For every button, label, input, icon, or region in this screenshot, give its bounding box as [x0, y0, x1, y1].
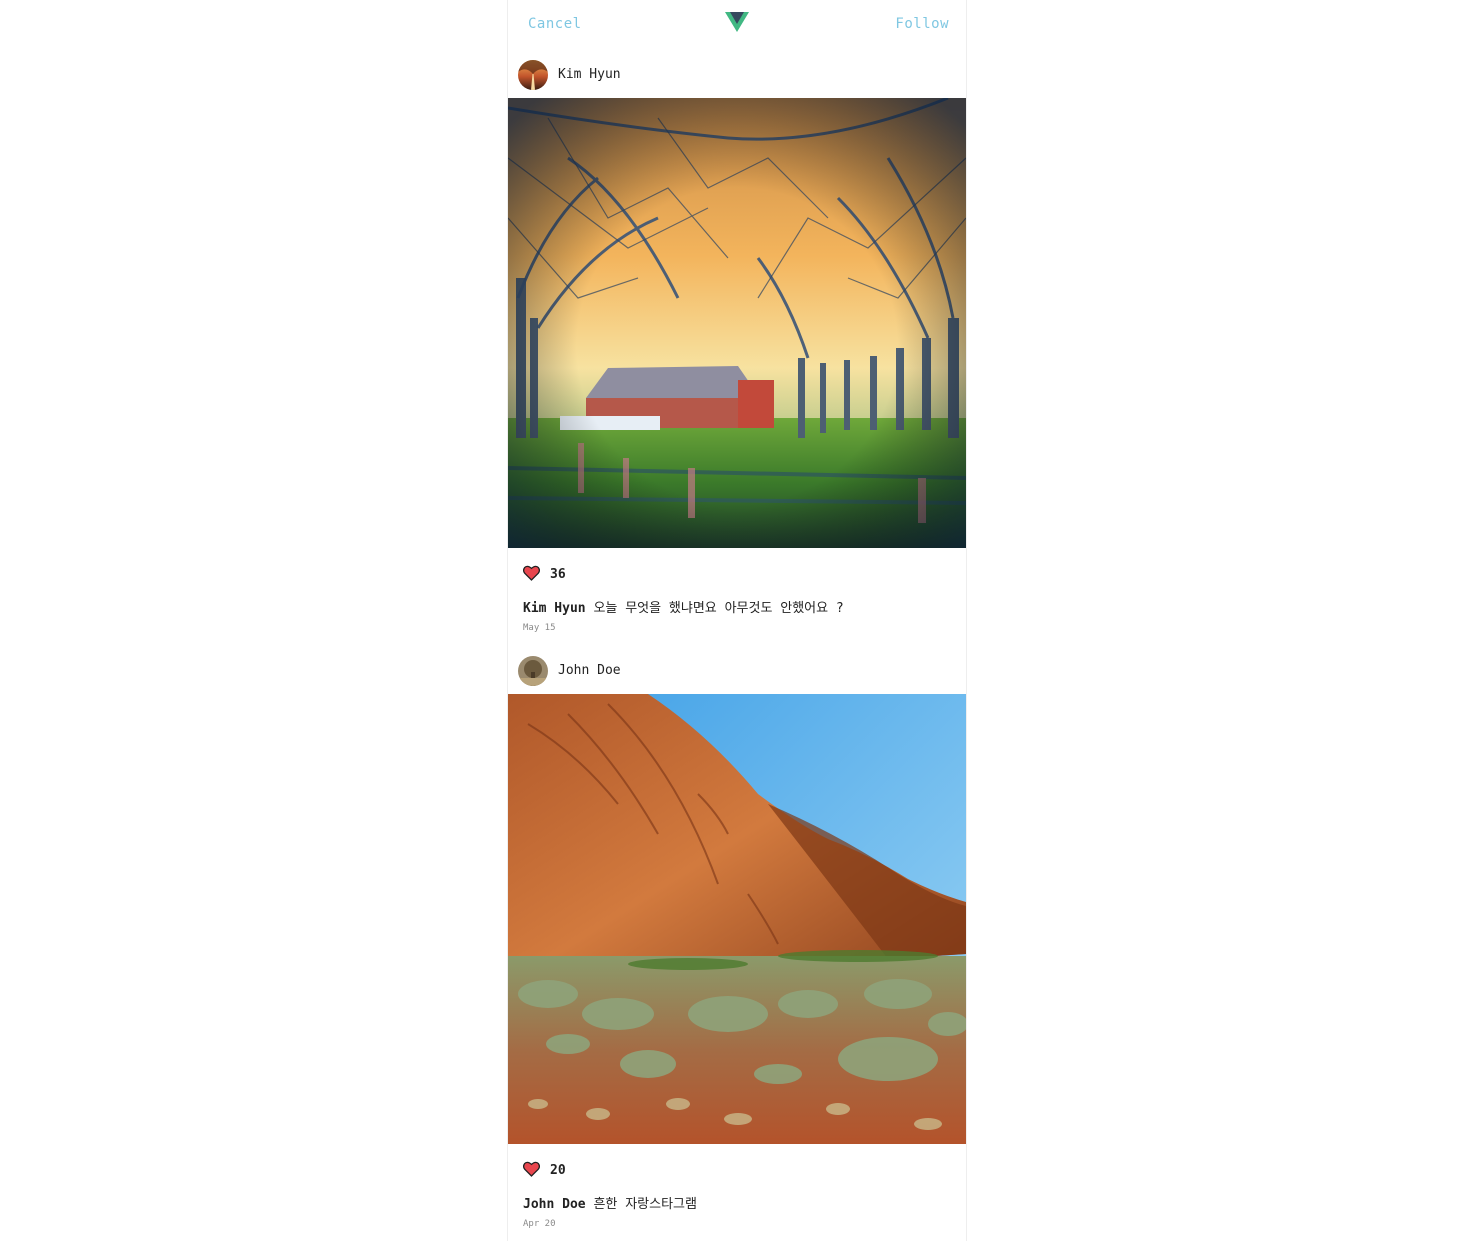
post-caption: Kim Hyun 오늘 무엇을 했냐면요 아무것도 안했어요 ?: [523, 597, 844, 616]
post-date: Apr 20: [523, 1219, 556, 1229]
heart-icon[interactable]: [523, 565, 540, 581]
post-header: John Doe: [508, 646, 966, 694]
app-container: Cancel Follow Kim Hyun 36 Kim Hyun 오늘 무엇…: [507, 0, 967, 1241]
like-count: 36: [550, 567, 566, 582]
vue-logo-icon[interactable]: [725, 12, 749, 34]
post-card: Kim Hyun 36 Kim Hyun 오늘 무엇을 했냐면요 아무것도 안했…: [508, 50, 966, 646]
avatar[interactable]: [518, 656, 548, 686]
like-count: 20: [550, 1163, 566, 1178]
post-date: May 15: [523, 623, 556, 633]
caption-username[interactable]: Kim Hyun: [523, 601, 586, 616]
post-username[interactable]: Kim Hyun: [558, 67, 621, 82]
heart-icon[interactable]: [523, 1161, 540, 1177]
follow-button[interactable]: Follow: [895, 16, 949, 32]
post-header: Kim Hyun: [508, 50, 966, 98]
caption-text: 오늘 무엇을 했냐면요 아무것도 안했어요 ?: [593, 601, 844, 616]
cancel-button[interactable]: Cancel: [528, 16, 582, 32]
post-body: 36 Kim Hyun 오늘 무엇을 했냐면요 아무것도 안했어요 ? May …: [508, 548, 966, 646]
avatar-photo-icon: [518, 60, 548, 90]
post-body: 20 John Doe 흔한 자랑스타그램 Apr 20: [508, 1144, 966, 1241]
post-username[interactable]: John Doe: [558, 663, 621, 678]
caption-text: 흔한 자랑스타그램: [593, 1197, 697, 1212]
top-header: Cancel Follow: [508, 0, 966, 50]
post-card: John Doe 20 John Doe 흔한 자랑스타그램 Apr 20: [508, 646, 966, 1241]
avatar-photo-icon: [518, 656, 548, 686]
avatar[interactable]: [518, 60, 548, 90]
post-caption: John Doe 흔한 자랑스타그램: [523, 1193, 697, 1212]
caption-username[interactable]: John Doe: [523, 1197, 586, 1212]
red-rock-desert-photo[interactable]: [508, 694, 966, 1144]
orchard-with-barn-photo[interactable]: [508, 98, 966, 548]
